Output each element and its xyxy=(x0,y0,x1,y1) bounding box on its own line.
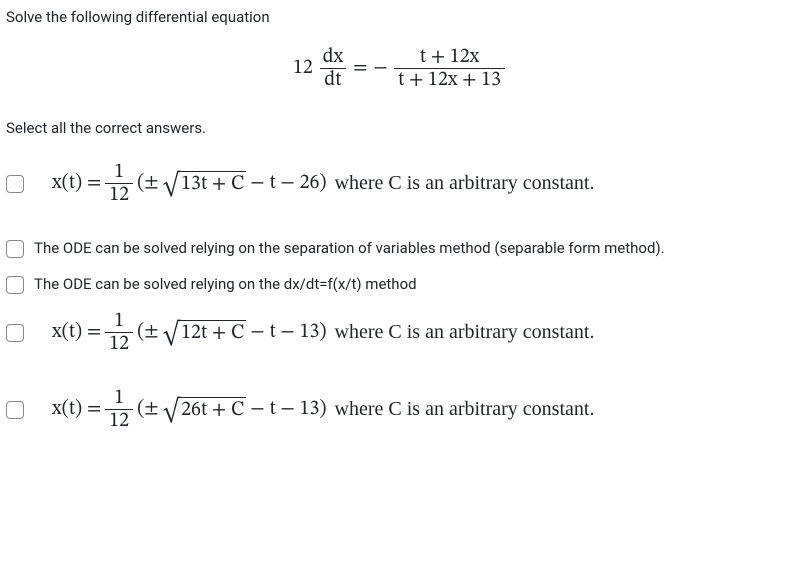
radical-icon: √ xyxy=(163,401,180,423)
eq-rhs-num: t + 12x xyxy=(416,46,483,68)
sqrt-arg: 13t + C xyxy=(179,171,246,197)
checkbox[interactable] xyxy=(6,175,24,193)
differential-equation: 12 dx dt = − t + 12x t + 12x + 13 xyxy=(6,46,792,91)
option-3-content: The ODE can be solved relying on the dx/… xyxy=(34,274,417,293)
opt-open: (± xyxy=(137,397,159,422)
sqrt: √ 13t + C xyxy=(163,171,247,197)
sqrt: √ 12t + C xyxy=(163,320,247,346)
opt-frac-den: 12 xyxy=(105,409,133,432)
opt-frac-den: 12 xyxy=(105,183,133,206)
sqrt: √ 26t + C xyxy=(163,397,247,423)
option-4-content: x(t) = 1 12 (± √ 12t + C − t − 13) where… xyxy=(34,310,594,355)
checkbox[interactable] xyxy=(6,401,24,419)
checkbox[interactable] xyxy=(6,276,24,294)
opt-where: where C is an arbitrary constant. xyxy=(335,321,595,344)
opt-lhs: x(t) = xyxy=(52,171,101,196)
checkbox[interactable] xyxy=(6,324,24,342)
opt-where: where C is an arbitrary constant. xyxy=(335,172,595,195)
checkbox[interactable] xyxy=(6,240,24,258)
option-2-content: The ODE can be solved relying on the sep… xyxy=(34,238,665,257)
opt-frac-num: 1 xyxy=(110,387,128,409)
opt-tail: − t − 26) xyxy=(250,171,326,196)
eq-rhs-den: t + 12x + 13 xyxy=(394,68,505,91)
opt-frac-den: 12 xyxy=(105,332,133,355)
instruction-text: Select all the correct answers. xyxy=(6,119,792,137)
opt-frac-num: 1 xyxy=(110,310,128,332)
opt-frac-num: 1 xyxy=(110,161,128,183)
question-prompt: Solve the following differential equatio… xyxy=(6,8,792,26)
eq-lhs-num: dx xyxy=(319,46,347,68)
option-2[interactable]: The ODE can be solved relying on the sep… xyxy=(6,238,792,258)
eq-neg: − xyxy=(374,56,388,81)
opt-lhs: x(t) = xyxy=(52,320,101,345)
option-5-content: x(t) = 1 12 (± √ 26t + C − t − 13) where… xyxy=(34,387,594,432)
sqrt-arg: 12t + C xyxy=(179,320,246,346)
option-1[interactable]: x(t) = 1 12 (± √ 13t + C − t − 26) where… xyxy=(6,161,792,206)
opt-tail: − t − 13) xyxy=(250,397,326,422)
option-4[interactable]: x(t) = 1 12 (± √ 12t + C − t − 13) where… xyxy=(6,310,792,355)
opt-open: (± xyxy=(137,171,159,196)
eq-equals: = xyxy=(353,56,367,81)
opt-where: where C is an arbitrary constant. xyxy=(335,398,595,421)
options-group: x(t) = 1 12 (± √ 13t + C − t − 26) where… xyxy=(6,161,792,450)
eq-lhs-den: dt xyxy=(320,68,345,91)
eq-coeff: 12 xyxy=(293,56,313,81)
option-3[interactable]: The ODE can be solved relying on the dx/… xyxy=(6,274,792,294)
sqrt-arg: 26t + C xyxy=(179,397,246,423)
option-1-content: x(t) = 1 12 (± √ 13t + C − t − 26) where… xyxy=(34,161,594,206)
opt-lhs: x(t) = xyxy=(52,397,101,422)
option-5[interactable]: x(t) = 1 12 (± √ 26t + C − t − 13) where… xyxy=(6,387,792,432)
radical-icon: √ xyxy=(163,175,180,197)
radical-icon: √ xyxy=(163,324,180,346)
opt-open: (± xyxy=(137,320,159,345)
opt-tail: − t − 13) xyxy=(250,320,326,345)
